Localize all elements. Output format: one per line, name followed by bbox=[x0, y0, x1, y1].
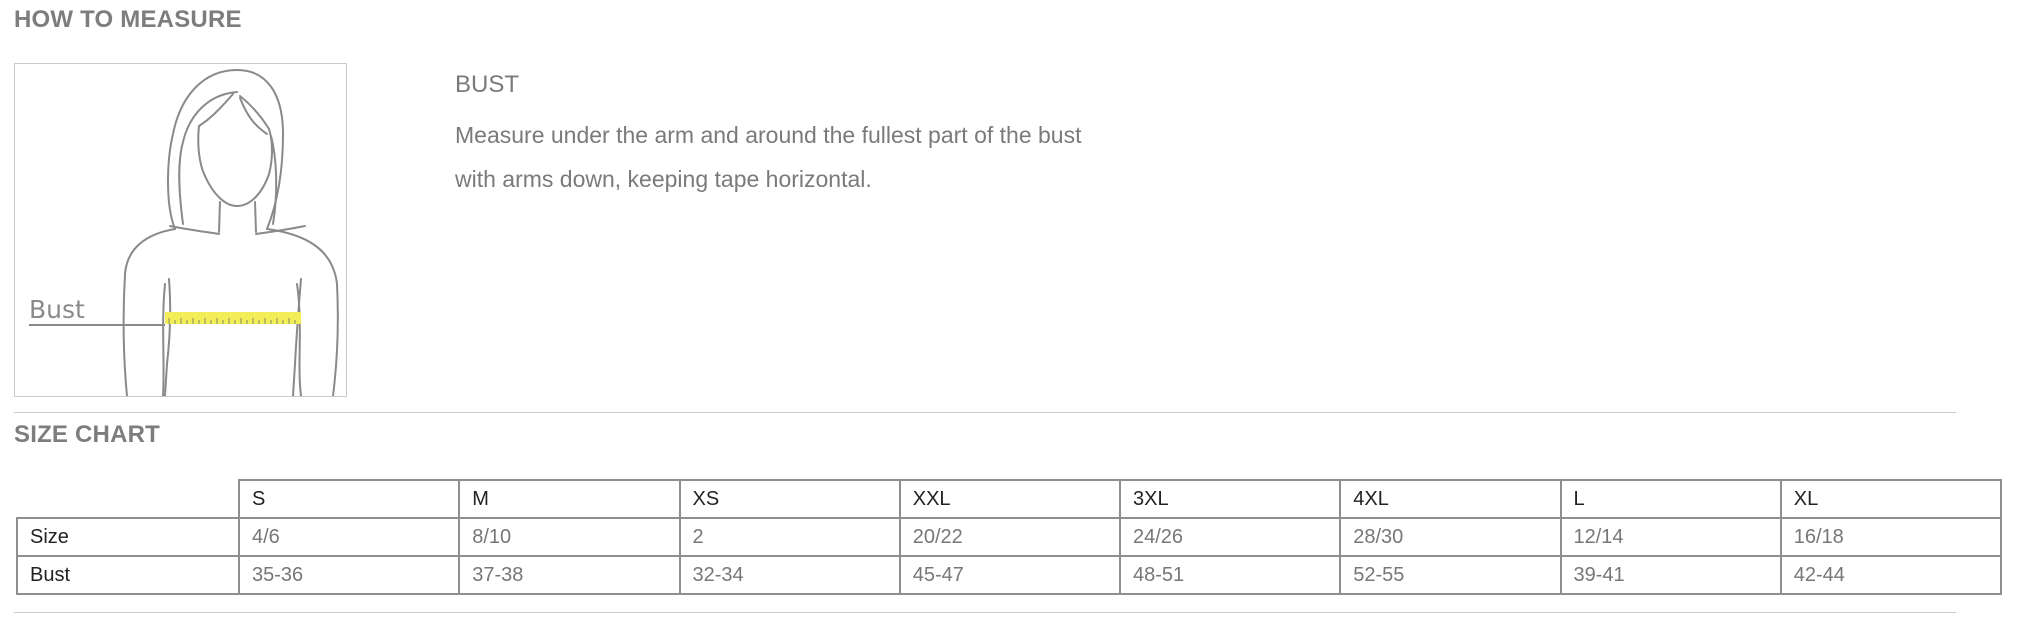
table-cell: 4/6 bbox=[237, 517, 461, 557]
table-cell: 16/18 bbox=[1779, 517, 2003, 557]
size-chart-heading: SIZE CHART bbox=[14, 421, 160, 448]
column-header: XS bbox=[678, 479, 901, 519]
bust-instructions: BUST Measure under the arm and around th… bbox=[455, 70, 1155, 201]
column-header: M bbox=[458, 479, 681, 519]
how-to-measure-heading: HOW TO MEASURE bbox=[14, 6, 242, 33]
table-cell: 32-34 bbox=[678, 555, 901, 595]
table-cell: 45-47 bbox=[898, 555, 1122, 595]
table-row: Size 4/6 8/10 2 20/22 24/26 28/30 12/14 … bbox=[16, 517, 2003, 557]
table-cell: 12/14 bbox=[1559, 517, 1782, 557]
table-cell: 42-44 bbox=[1779, 555, 2003, 595]
table-cell: 37-38 bbox=[458, 555, 681, 595]
column-header: XXL bbox=[898, 479, 1122, 519]
size-header-row: S M XS XXL 3XL 4XL L XL bbox=[17, 479, 2003, 519]
table-cell: 35-36 bbox=[237, 555, 461, 595]
section-divider bbox=[14, 412, 1956, 413]
table-cell: 52-55 bbox=[1339, 555, 1562, 595]
table-cell: 28/30 bbox=[1339, 517, 1562, 557]
table-cell: 20/22 bbox=[898, 517, 1122, 557]
table-cell: 24/26 bbox=[1118, 517, 1342, 557]
column-header: XL bbox=[1779, 479, 2003, 519]
table-cell: 8/10 bbox=[458, 517, 681, 557]
woman-figure-drawing: Bust bbox=[29, 69, 339, 396]
table-cell: 2 bbox=[678, 517, 901, 557]
table-row: Bust 35-36 37-38 32-34 45-47 48-51 52-55… bbox=[16, 555, 2003, 595]
column-header: 4XL bbox=[1339, 479, 1562, 519]
bust-description-line1: Measure under the arm and around the ful… bbox=[455, 122, 1082, 148]
bust-description-line2: with arms down, keeping tape horizontal. bbox=[455, 166, 872, 192]
column-header: S bbox=[237, 479, 461, 519]
row-label: Size bbox=[16, 517, 240, 557]
measurement-illustration: Bust bbox=[14, 63, 347, 397]
section-divider bbox=[14, 612, 1956, 613]
size-chart-table: S M XS XXL 3XL 4XL L XL Size 4/6 8/10 2 … bbox=[16, 479, 2003, 595]
corner-cell bbox=[17, 480, 240, 519]
column-header: 3XL bbox=[1118, 479, 1342, 519]
row-label: Bust bbox=[16, 555, 240, 595]
tape-measure bbox=[165, 312, 301, 324]
column-header: L bbox=[1559, 479, 1782, 519]
figure-bust-label: Bust bbox=[29, 295, 85, 324]
table-cell: 48-51 bbox=[1118, 555, 1342, 595]
table-cell: 39-41 bbox=[1559, 555, 1782, 595]
bust-title: BUST bbox=[455, 71, 520, 98]
